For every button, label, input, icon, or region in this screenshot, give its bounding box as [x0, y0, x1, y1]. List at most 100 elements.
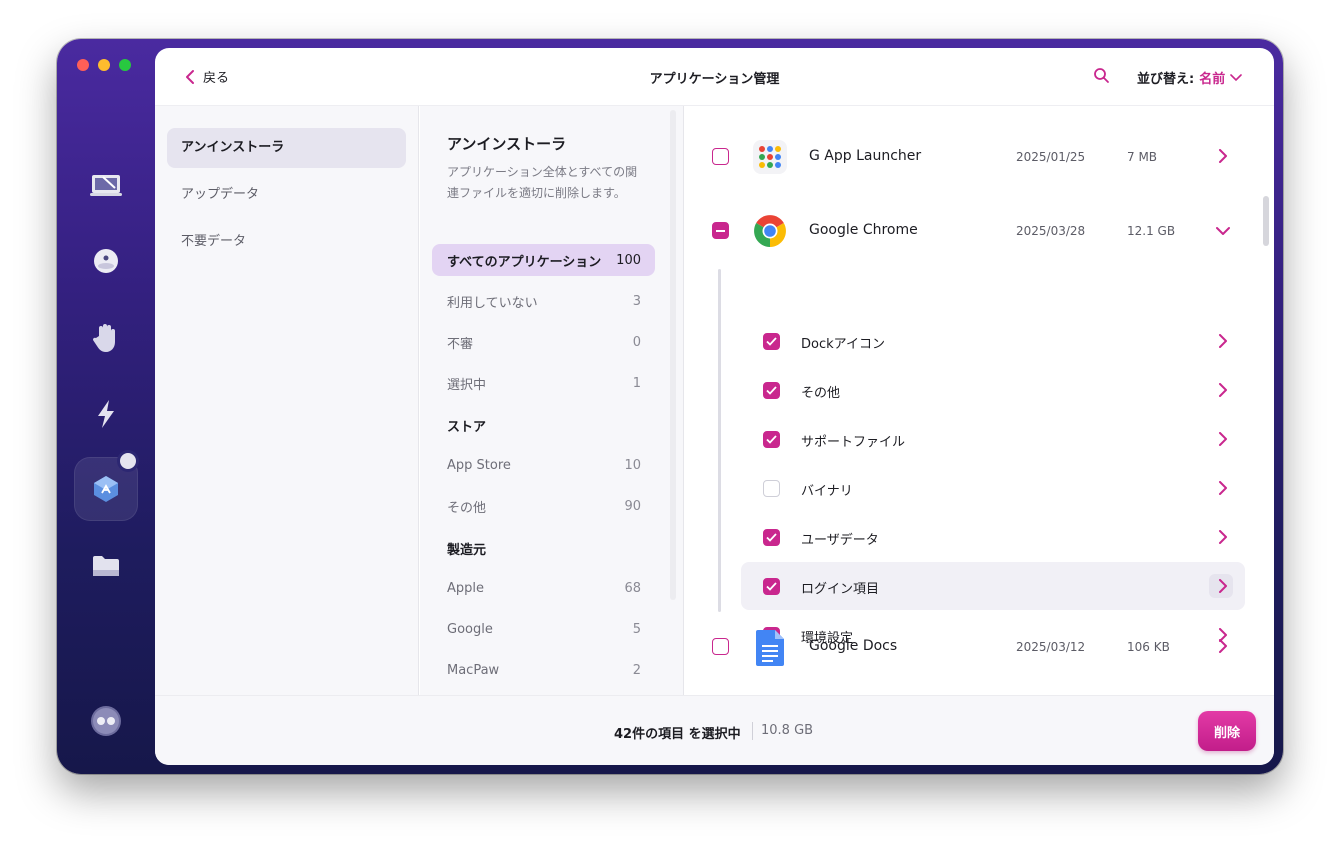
chevron-right-icon[interactable] — [1216, 432, 1230, 446]
app-date: 2025/01/25 — [1016, 150, 1086, 164]
item-checkbox[interactable] — [763, 382, 780, 399]
filter-other-store[interactable]: その他 90 — [432, 490, 655, 522]
app-list: G App Launcher 2025/01/25 7 MB Google Ch… — [685, 106, 1274, 695]
filter-label: 不審 — [447, 336, 474, 352]
filter-count: 90 — [624, 498, 641, 514]
speed-icon[interactable] — [86, 394, 126, 434]
app-date: 2025/03/12 — [1016, 640, 1086, 654]
filter-count: 68 — [624, 580, 641, 596]
protection-icon[interactable] — [86, 242, 126, 282]
filter-vendor-google[interactable]: Google 5 — [432, 613, 655, 645]
sub-item-binaries[interactable]: バイナリ — [741, 464, 1245, 512]
app-size: 106 KB — [1127, 640, 1170, 654]
notification-badge — [120, 453, 136, 469]
sidebar-item-updater[interactable]: アップデータ — [167, 175, 406, 215]
app-row-g-app-launcher[interactable]: G App Launcher 2025/01/25 7 MB — [685, 127, 1274, 187]
filter-unused[interactable]: 利用していない 3 — [432, 285, 655, 317]
app-date: 2025/03/28 — [1016, 224, 1086, 238]
footer-bar: 42件の項目 を選択中 10.8 GB 削除 — [155, 695, 1274, 765]
privacy-hand-icon[interactable] — [86, 318, 126, 358]
item-checkbox[interactable] — [763, 529, 780, 546]
sub-item-user-data[interactable]: ユーザデータ — [741, 513, 1245, 561]
filter-count: 0 — [632, 334, 641, 350]
item-label: ログイン項目 — [801, 582, 880, 597]
app-checkbox[interactable] — [712, 148, 729, 165]
filter-count: 3 — [632, 293, 641, 309]
docs-icon — [753, 629, 787, 666]
filter-label: MacPaw — [447, 662, 500, 678]
sidebar-item-leftovers[interactable]: 不要データ — [167, 222, 406, 262]
assistant-icon[interactable] — [86, 701, 126, 741]
filter-label: すべてのアプリケーション — [447, 254, 602, 270]
chrome-icon — [753, 214, 787, 248]
chevron-down-icon[interactable] — [1216, 224, 1230, 238]
store-heading: ストア — [447, 420, 487, 435]
item-checkbox[interactable] — [763, 333, 780, 350]
filter-vendor-macpaw[interactable]: MacPaw 2 — [432, 654, 655, 686]
item-checkbox[interactable] — [763, 431, 780, 448]
selection-size: 10.8 GB — [761, 723, 814, 738]
filter-count: 100 — [616, 252, 641, 268]
app-name: G App Launcher — [809, 148, 922, 164]
item-checkbox[interactable] — [763, 480, 780, 497]
app-size: 12.1 GB — [1127, 224, 1176, 238]
filter-label: 利用していない — [447, 295, 538, 311]
sub-item-login-items[interactable]: ログイン項目 — [741, 562, 1245, 610]
chevron-right-icon[interactable] — [1216, 579, 1230, 593]
app-checkbox[interactable] — [712, 638, 729, 655]
filter-label: Apple — [447, 580, 485, 596]
chevron-right-icon[interactable] — [1216, 149, 1230, 163]
chevron-right-icon[interactable] — [1216, 334, 1230, 348]
sub-item-dock-icon[interactable]: Dockアイコン — [741, 317, 1245, 365]
main-panel: 戻る アプリケーション管理 並び替え: 名前 アンインストーラ アップデータ 不… — [155, 48, 1274, 765]
sort-dropdown[interactable]: 並び替え: 名前 — [1137, 68, 1243, 87]
chevron-right-icon[interactable] — [1216, 639, 1230, 653]
selection-summary: 42件の項目 を選択中 — [614, 727, 741, 742]
filter-all-apps[interactable]: すべてのアプリケーション 100 — [432, 244, 655, 276]
sort-label: 並び替え: — [1137, 72, 1195, 87]
filter-label: App Store — [447, 457, 511, 473]
item-label: バイナリ — [801, 484, 853, 499]
item-label: Dockアイコン — [801, 337, 885, 352]
app-size: 7 MB — [1127, 150, 1158, 164]
search-icon — [1094, 68, 1109, 83]
category-scrollbar[interactable] — [670, 110, 676, 600]
filter-app-store[interactable]: App Store 10 — [432, 449, 655, 481]
category-list: アンインストーラ アプリケーション全体とすべての関連ファイルを適切に削除します。… — [420, 106, 684, 695]
filter-suspicious[interactable]: 不審 0 — [432, 326, 655, 358]
footer-divider — [752, 722, 753, 740]
app-row-google-chrome[interactable]: Google Chrome 2025/03/28 12.1 GB — [685, 201, 1274, 261]
sub-item-other[interactable]: その他 — [741, 366, 1245, 414]
app-list-scrollbar[interactable] — [1263, 196, 1269, 246]
sort-value: 名前 — [1199, 72, 1226, 87]
chevron-right-icon[interactable] — [1216, 530, 1230, 544]
filter-selected[interactable]: 選択中 1 — [432, 367, 655, 399]
app-launcher-icon — [753, 140, 787, 174]
cleanup-icon[interactable] — [86, 166, 126, 206]
filter-label: Google — [447, 621, 493, 637]
item-checkbox[interactable] — [763, 578, 780, 595]
app-checkbox-mixed[interactable] — [712, 222, 729, 239]
toolbar: 戻る アプリケーション管理 並び替え: 名前 — [155, 48, 1274, 106]
app-name: Google Chrome — [809, 222, 918, 238]
search-button[interactable] — [1093, 67, 1110, 88]
vendor-heading: 製造元 — [447, 543, 487, 558]
filter-count: 10 — [624, 457, 641, 473]
files-icon[interactable] — [86, 546, 126, 586]
filter-vendor-apple[interactable]: Apple 68 — [432, 572, 655, 604]
sidebar-item-uninstaller[interactable]: アンインストーラ — [167, 128, 406, 168]
app-name: Google Docs — [809, 638, 898, 654]
filter-count: 1 — [632, 375, 641, 391]
module-rail — [57, 39, 155, 774]
chevron-right-icon[interactable] — [1216, 481, 1230, 495]
category-description: アプリケーション全体とすべての関連ファイルを適切に削除します。 — [447, 165, 638, 200]
delete-button[interactable]: 削除 — [1198, 711, 1256, 751]
sub-item-support-files[interactable]: サポートファイル — [741, 415, 1245, 463]
chevron-down-icon — [1230, 73, 1243, 81]
item-label: その他 — [801, 386, 841, 401]
chevron-right-icon[interactable] — [1216, 383, 1230, 397]
filter-label: その他 — [447, 500, 487, 516]
tree-connector — [718, 269, 721, 612]
module-sidebar: アンインストーラ アップデータ 不要データ — [155, 106, 419, 695]
app-row-google-docs[interactable]: Google Docs 2025/03/12 106 KB — [685, 618, 1274, 678]
